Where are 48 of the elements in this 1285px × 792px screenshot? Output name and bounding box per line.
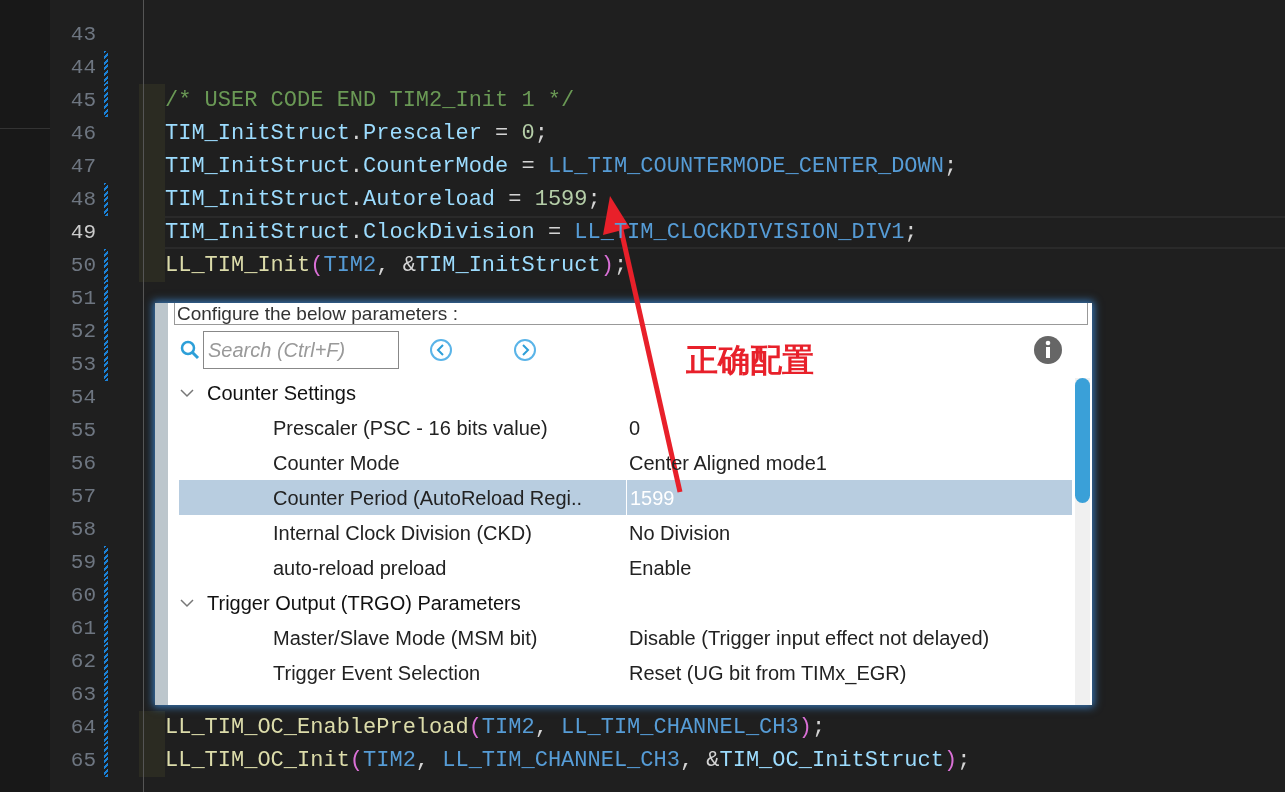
- line-number: 47: [69, 153, 96, 180]
- section-header: Configure the below parameters :: [177, 304, 458, 324]
- code-line: TIM_InitStruct.Autoreload = 1599;: [165, 186, 601, 214]
- line-number: 53: [69, 351, 96, 378]
- line-margin-highlight: [139, 249, 165, 282]
- line-margin-highlight: [139, 711, 165, 744]
- search-field[interactable]: Search (Ctrl+F): [203, 331, 399, 369]
- line-margin-highlight: [139, 84, 165, 117]
- previous-icon[interactable]: [429, 338, 453, 362]
- line-number: 49: [69, 219, 96, 246]
- code-line: TIM_InitStruct.CounterMode = LL_TIM_COUNTERMODE_CENTER_DOWN;: [165, 153, 958, 181]
- line-number: 45: [69, 87, 96, 114]
- next-icon[interactable]: [513, 338, 537, 362]
- search-icon: [180, 340, 200, 360]
- info-icon[interactable]: [1034, 336, 1062, 364]
- code-line: /* USER CODE END TIM2_Init 1 */: [165, 87, 575, 115]
- line-number: 51: [69, 285, 96, 312]
- code-line: TIM_InitStruct.Prescaler = 0;: [165, 120, 548, 148]
- line-number: 62: [69, 648, 96, 675]
- line-number: 48: [69, 186, 96, 213]
- line-number: 64: [69, 714, 96, 741]
- line-number: 55: [69, 417, 96, 444]
- line-number: 60: [69, 582, 96, 609]
- code-line: LL_TIM_OC_Init(TIM2, LL_TIM_CHANNEL_CH3, &TIM_OC_InitStruct);: [165, 747, 971, 775]
- parameter-row[interactable]: auto-reload preload Enable: [179, 550, 1072, 585]
- scrollbar[interactable]: [1075, 378, 1090, 705]
- line-number: 58: [69, 516, 96, 543]
- parameter-row[interactable]: Master/Slave Mode (MSM bit) Disable (Trigger input effect not delayed): [179, 620, 1072, 655]
- line-number: 59: [69, 549, 96, 576]
- line-number: 65: [69, 747, 96, 774]
- line-number: 44: [69, 54, 96, 81]
- line-number: 56: [69, 450, 96, 477]
- line-number: 61: [69, 615, 96, 642]
- code-line: LL_TIM_OC_EnablePreload(TIM2, LL_TIM_CHANNEL_CH3);: [165, 714, 826, 742]
- parameter-row[interactable]: Counter Period (AutoReload Regi.. 1599: [179, 480, 1072, 515]
- parameter-row[interactable]: Trigger Event Selection Reset (UG bit from TIMx_EGR): [179, 655, 1072, 690]
- line-number: 52: [69, 318, 96, 345]
- line-number: 57: [69, 483, 96, 510]
- line-number: 50: [69, 252, 96, 279]
- line-number: 43: [69, 21, 96, 48]
- line-margin-highlight: [139, 744, 165, 777]
- line-number: 54: [69, 384, 96, 411]
- line-number: 46: [69, 120, 96, 147]
- parameter-row[interactable]: Prescaler (PSC - 16 bits value) 0: [179, 410, 1072, 445]
- parameter-row[interactable]: Internal Clock Division (CKD) No Division: [179, 515, 1072, 550]
- line-number: 63: [69, 681, 96, 708]
- code-line: LL_TIM_Init(TIM2, &TIM_InitStruct);: [165, 252, 628, 280]
- tree-group[interactable]: Trigger Output (TRGO) Parameters: [179, 585, 1072, 620]
